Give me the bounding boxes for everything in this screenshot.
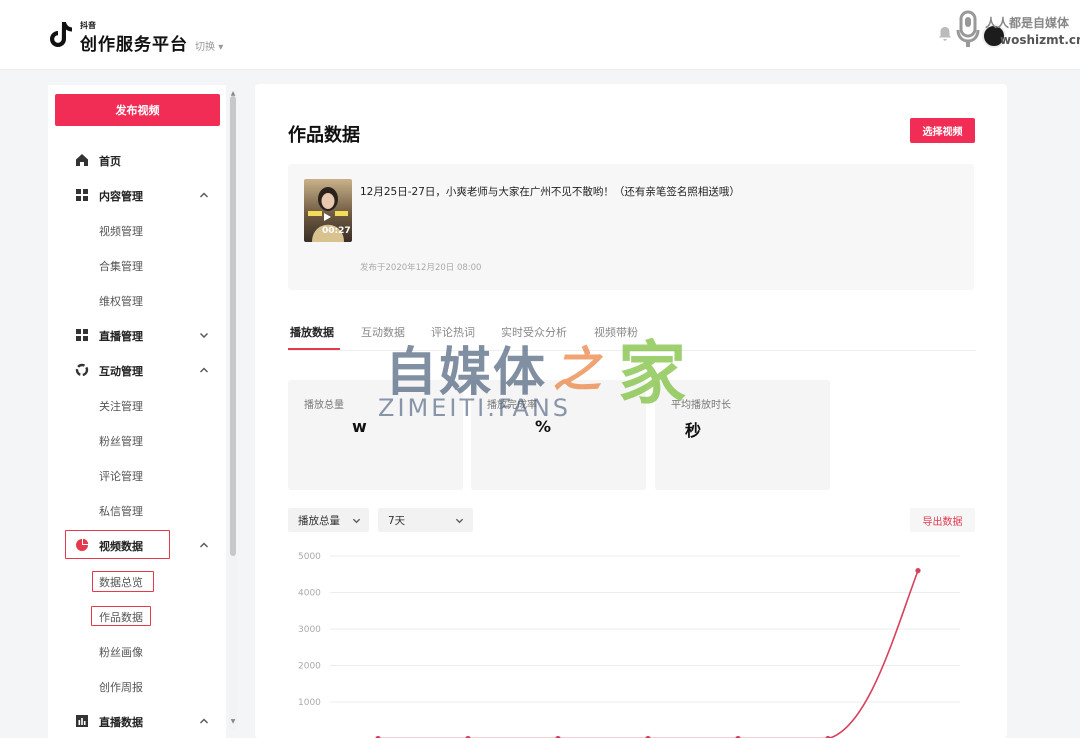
publish-video-button[interactable]: 发布视频: [55, 94, 220, 126]
sidebar-item-label: 内容管理: [99, 190, 143, 203]
y-tick-label: 4000: [298, 589, 321, 599]
sidebar-item-label: 粉丝管理: [99, 435, 143, 448]
watermark-en: ZIMEITI.FANS: [378, 394, 572, 422]
scroll-up-arrow-icon[interactable]: ▲: [229, 90, 237, 97]
bell-icon[interactable]: [938, 26, 952, 42]
stat-label: 播放总量: [304, 400, 344, 411]
app-name: 创作服务平台: [80, 35, 188, 55]
y-tick-label: 3000: [298, 625, 321, 635]
sidebar-item-content[interactable]: 内容管理: [48, 183, 226, 207]
watermark-zhi: 之: [553, 342, 602, 398]
watermark-jia: 家: [618, 335, 687, 414]
stat-value: 秒: [685, 421, 702, 440]
sidebar-item-label: 互动管理: [99, 365, 143, 378]
sidebar: 发布视频 首页 内容管理 视频管理 合集管理 维权管理 直播管理 互动管理 关注…: [48, 85, 226, 738]
stat-value: w: [352, 417, 367, 436]
chevron-up-icon: [200, 718, 208, 724]
sidebar-item-collection-manage[interactable]: 合集管理: [48, 253, 226, 277]
chevron-up-icon: [200, 542, 208, 548]
chevron-down-icon: [455, 518, 464, 524]
data-overview-highlight-box: [92, 571, 154, 592]
page-title: 作品数据: [288, 125, 360, 146]
sidebar-item-label: 关注管理: [99, 400, 143, 413]
chevron-down-icon: [352, 518, 361, 524]
sidebar-item-label: 直播数据: [99, 716, 143, 729]
switch-label: 切换: [195, 42, 215, 53]
chevron-down-icon: [200, 333, 208, 338]
video-thumbnail[interactable]: 00:27: [304, 179, 352, 242]
sidebar-item-fans-portrait[interactable]: 粉丝画像: [48, 639, 226, 663]
grid-icon: [76, 189, 88, 201]
metric-select[interactable]: 播放总量: [288, 508, 369, 532]
home-icon: [76, 154, 88, 166]
sidebar-item-comment-manage[interactable]: 评论管理: [48, 463, 226, 487]
sidebar-item-home[interactable]: 首页: [48, 148, 226, 172]
watermark-text-top: 人人都是自媒体: [985, 16, 1070, 30]
sidebar-item-label: 合集管理: [99, 260, 143, 273]
y-tick-label: 5000: [298, 552, 321, 562]
sidebar-item-weekly-report[interactable]: 创作周报: [48, 674, 226, 698]
tab-play-data[interactable]: 播放数据: [290, 324, 334, 340]
play-series-line: [378, 570, 919, 738]
y-tick-label: 1000: [298, 698, 321, 708]
sidebar-item-label: 维权管理: [99, 295, 143, 308]
data-point[interactable]: [915, 568, 921, 574]
watermark-badge-icon: [956, 10, 980, 47]
grid-icon: [76, 329, 88, 341]
works-data-highlight-box: [91, 606, 151, 626]
video-publish-date: 发布于2020年12月20日 08:00: [360, 263, 482, 273]
sidebar-item-live-manage[interactable]: 直播管理: [48, 323, 226, 347]
scroll-down-arrow-icon[interactable]: ▼: [229, 718, 237, 725]
video-data-highlight-box: [65, 530, 170, 559]
sidebar-scrollbar-thumb[interactable]: [230, 96, 236, 556]
video-duration: 00:27: [322, 226, 351, 236]
play-trend-chart: 5000 4000 3000 2000 1000: [298, 552, 960, 738]
sidebar-item-fans-manage[interactable]: 粉丝管理: [48, 428, 226, 452]
select-video-button[interactable]: 选择视频: [910, 118, 975, 143]
sidebar-item-label: 私信管理: [99, 505, 143, 518]
switch-dropdown[interactable]: 切换 ▾: [195, 38, 223, 53]
export-data-button[interactable]: 导出数据: [910, 508, 975, 532]
sidebar-item-rights-manage[interactable]: 维权管理: [48, 288, 226, 312]
period-select[interactable]: 7天: [378, 508, 473, 532]
video-title: 12月25日-27日，小爽老师与大家在广州不见不散哟！（还有亲笔签名照相送哦）: [360, 186, 740, 198]
sidebar-item-label: 粉丝画像: [99, 646, 143, 659]
period-select-value: 7天: [388, 515, 406, 527]
sidebar-item-interaction[interactable]: 互动管理: [48, 358, 226, 382]
watermark-text-bottom: woshizmt.cn: [1000, 33, 1080, 47]
chevron-up-icon: [200, 367, 208, 373]
sidebar-item-label: 直播管理: [99, 330, 143, 343]
top-bar: 抖音 创作服务平台 切换 ▾ 人人都是自媒体 woshizmt.cn: [0, 0, 1080, 70]
sidebar-item-follow-manage[interactable]: 关注管理: [48, 393, 226, 417]
douyin-logo-icon[interactable]: [48, 20, 74, 50]
sidebar-item-label: 首页: [99, 155, 121, 168]
metric-select-value: 播放总量: [298, 515, 340, 527]
sidebar-item-label: 评论管理: [99, 470, 143, 483]
sidebar-item-label: 视频管理: [99, 225, 143, 238]
chevron-up-icon: [200, 192, 208, 198]
caret-down-icon: ▾: [218, 42, 224, 53]
bar-chart-icon: [76, 715, 88, 727]
sidebar-item-message-manage[interactable]: 私信管理: [48, 498, 226, 522]
video-info-card: 00:27 12月25日-27日，小爽老师与大家在广州不见不散哟！（还有亲笔签名…: [288, 164, 974, 290]
interaction-icon: [75, 363, 89, 377]
sidebar-item-live-data[interactable]: 直播数据: [48, 709, 226, 733]
sidebar-item-video-manage[interactable]: 视频管理: [48, 218, 226, 242]
y-tick-label: 2000: [298, 662, 321, 672]
sidebar-item-label: 创作周报: [99, 681, 143, 694]
